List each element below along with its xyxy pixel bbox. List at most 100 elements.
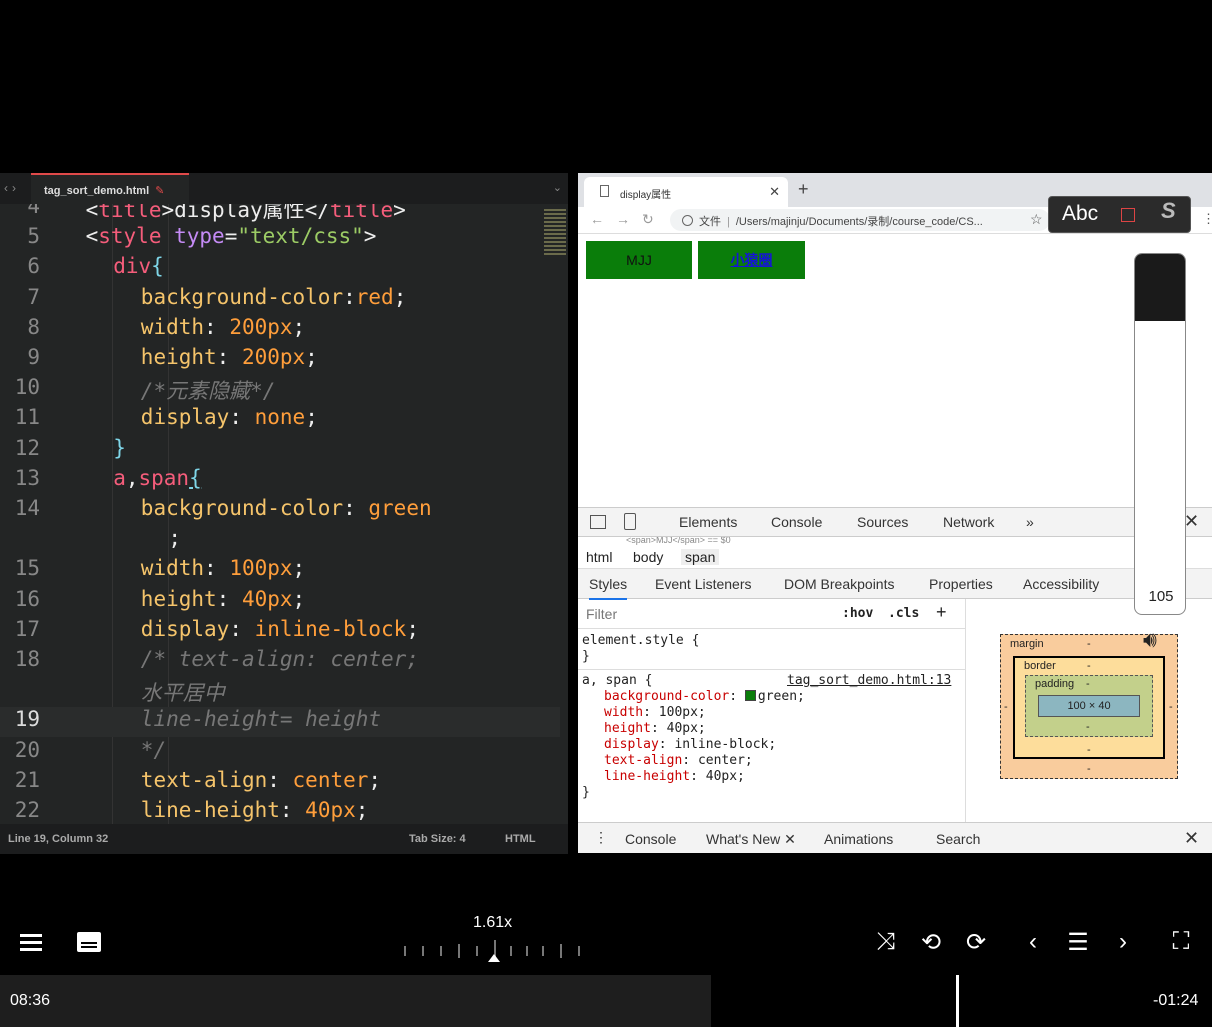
- css-declaration[interactable]: background-color: green;: [582, 689, 964, 705]
- close-tab-icon[interactable]: ✕: [769, 184, 780, 200]
- back-icon[interactable]: ←: [590, 211, 604, 227]
- css-declaration[interactable]: display: inline-block;: [582, 737, 964, 753]
- info-icon[interactable]: [682, 215, 693, 226]
- tab-properties[interactable]: Properties: [929, 576, 993, 592]
- code-line[interactable]: ;: [0, 526, 560, 556]
- line-number: 8: [27, 314, 40, 339]
- shuffle-icon[interactable]: ⤨: [872, 928, 900, 956]
- close-drawer-icon[interactable]: ✕: [1184, 828, 1199, 849]
- filter-input[interactable]: Filter: [586, 606, 617, 622]
- box-model-padding[interactable]: padding - - 100 × 40: [1025, 675, 1153, 737]
- code-line[interactable]: 15 width: 100px;: [0, 556, 560, 586]
- line-number: 4: [27, 204, 40, 218]
- repeat-one-icon[interactable]: ⟳: [962, 928, 990, 957]
- status-bar: Line 19, Column 32 Tab Size: 4 HTML: [0, 824, 568, 854]
- code-line[interactable]: 17 display: inline-block;: [0, 617, 560, 647]
- code-line[interactable]: 20 */: [0, 738, 560, 768]
- playlist-icon[interactable]: ☰: [1064, 928, 1092, 957]
- syntax-mode[interactable]: HTML: [505, 833, 536, 845]
- tab-console[interactable]: Console: [771, 514, 822, 530]
- css-declaration[interactable]: height: 40px;: [582, 721, 964, 737]
- breadcrumb-html[interactable]: html: [586, 549, 612, 565]
- volume-handle[interactable]: [1135, 321, 1185, 331]
- code-line[interactable]: 5 <style type="text/css">: [0, 224, 560, 254]
- css-declaration[interactable]: width: 100px;: [582, 705, 964, 721]
- code-line[interactable]: 7 background-color:red;: [0, 285, 560, 315]
- color-swatch[interactable]: [744, 690, 756, 701]
- next-icon[interactable]: ›: [1109, 928, 1137, 956]
- bookmark-star-icon[interactable]: ☆: [1030, 211, 1043, 228]
- code-line[interactable]: 19 line-height= height: [0, 707, 560, 738]
- tab-accessibility[interactable]: Accessibility: [1023, 576, 1099, 592]
- menu-icon[interactable]: [20, 934, 42, 952]
- device-toggle-icon[interactable]: [624, 513, 636, 530]
- speed-slider[interactable]: [402, 940, 582, 962]
- more-tabs-icon[interactable]: »: [1026, 514, 1034, 530]
- breadcrumb-body[interactable]: body: [633, 549, 663, 565]
- cls-toggle[interactable]: .cls: [888, 606, 919, 621]
- tab-dom-breakpoints[interactable]: DOM Breakpoints: [784, 576, 894, 592]
- dom-tree-partial[interactable]: <span>MJJ</span> == $0: [578, 537, 1212, 545]
- document-icon: [600, 185, 609, 197]
- new-rule-icon[interactable]: +: [936, 602, 947, 623]
- code-line[interactable]: 12}: [0, 436, 560, 466]
- repeat-icon[interactable]: ⟲: [917, 928, 945, 957]
- tab-styles[interactable]: Styles: [589, 576, 628, 600]
- url-field[interactable]: 文件 |/Users/majinju/Documents/录制/course_co…: [670, 209, 1050, 231]
- tab-elements[interactable]: Elements: [679, 514, 737, 530]
- code-line[interactable]: 水平居中: [0, 677, 560, 707]
- drawer-tab-search[interactable]: Search: [936, 831, 980, 847]
- code-line[interactable]: 11 display: none;: [0, 405, 560, 435]
- link-box-xiaoyuanquan[interactable]: 小猿圈: [698, 241, 805, 279]
- close-devtools-icon[interactable]: ✕: [1184, 511, 1199, 532]
- code-line[interactable]: 13 a,span{: [0, 466, 560, 496]
- chevron-down-icon[interactable]: ⌄: [553, 181, 562, 194]
- drawer-tab-animations[interactable]: Animations: [824, 831, 893, 847]
- box-model-content[interactable]: 100 × 40: [1038, 695, 1140, 717]
- breadcrumb-span[interactable]: span: [681, 549, 720, 565]
- fullscreen-icon[interactable]: ⛶: [1167, 928, 1195, 956]
- code-area[interactable]: 4 <title>display属性</title> 5 <style type="t…: [0, 204, 568, 824]
- hov-toggle[interactable]: :hov: [842, 606, 873, 621]
- forward-icon[interactable]: →: [616, 211, 630, 227]
- tab-network[interactable]: Network: [943, 514, 994, 530]
- code-line[interactable]: 9 height: 200px;: [0, 345, 560, 375]
- minimap[interactable]: [544, 209, 566, 269]
- box-model-border[interactable]: border - - padding - - 100 × 40: [1013, 656, 1165, 759]
- code-line[interactable]: 21 text-align: center;: [0, 768, 560, 798]
- css-declaration[interactable]: text-align: center;: [582, 753, 964, 769]
- code-line[interactable]: 14 background-color: green: [0, 496, 560, 526]
- tab-event-listeners[interactable]: Event Listeners: [655, 576, 752, 592]
- progress-bar[interactable]: [0, 975, 711, 1027]
- css-declaration[interactable]: line-height: 40px;: [582, 769, 964, 785]
- code-line[interactable]: 16 height: 40px;: [0, 587, 560, 617]
- code-line[interactable]: 10 /*元素隐藏*/: [0, 375, 560, 405]
- tab-sources[interactable]: Sources: [857, 514, 908, 530]
- rule-source-link[interactable]: tag_sort_demo.html:13: [787, 673, 951, 689]
- drawer-tab-whats-new[interactable]: What's New ✕: [706, 831, 796, 853]
- progress-scrubber[interactable]: [956, 975, 959, 1027]
- previous-icon[interactable]: ‹: [1019, 928, 1047, 956]
- editor-tab-tag-sort-demo[interactable]: tag_sort_demo.html ✎: [31, 173, 189, 204]
- drawer-tab-console[interactable]: Console: [625, 831, 676, 847]
- element-style-rule[interactable]: element.style { }: [582, 633, 699, 665]
- code-line[interactable]: 4 <title>display属性</title>: [0, 204, 560, 224]
- subtitles-icon[interactable]: [77, 932, 101, 952]
- code-line[interactable]: 6 div{: [0, 254, 560, 284]
- inspect-element-icon[interactable]: [590, 515, 606, 529]
- tab-size[interactable]: Tab Size: 4: [409, 833, 466, 845]
- browser-tab[interactable]: display属性 ✕: [584, 177, 788, 207]
- drawer-menu-icon[interactable]: ⋮: [594, 829, 608, 846]
- tab-nav-arrows[interactable]: ‹›: [4, 181, 20, 195]
- code-line[interactable]: 18 /* text-align: center;: [0, 647, 560, 677]
- close-whats-new-icon[interactable]: ✕: [784, 831, 796, 847]
- more-menu-icon[interactable]: ⋮: [1202, 211, 1212, 227]
- volume-slider[interactable]: 105: [1134, 253, 1186, 615]
- css-rule-a-span[interactable]: a, span { tag_sort_demo.html:13 backgrou…: [582, 673, 964, 801]
- cursor-position[interactable]: Line 19, Column 32: [8, 833, 108, 845]
- code-line[interactable]: 8 width: 200px;: [0, 315, 560, 345]
- reload-icon[interactable]: ↻: [642, 211, 654, 228]
- speaker-icon[interactable]: 🔊︎: [1143, 627, 1177, 657]
- code-line[interactable]: 22 line-height: 40px;: [0, 798, 560, 824]
- new-tab-icon[interactable]: +: [798, 179, 809, 200]
